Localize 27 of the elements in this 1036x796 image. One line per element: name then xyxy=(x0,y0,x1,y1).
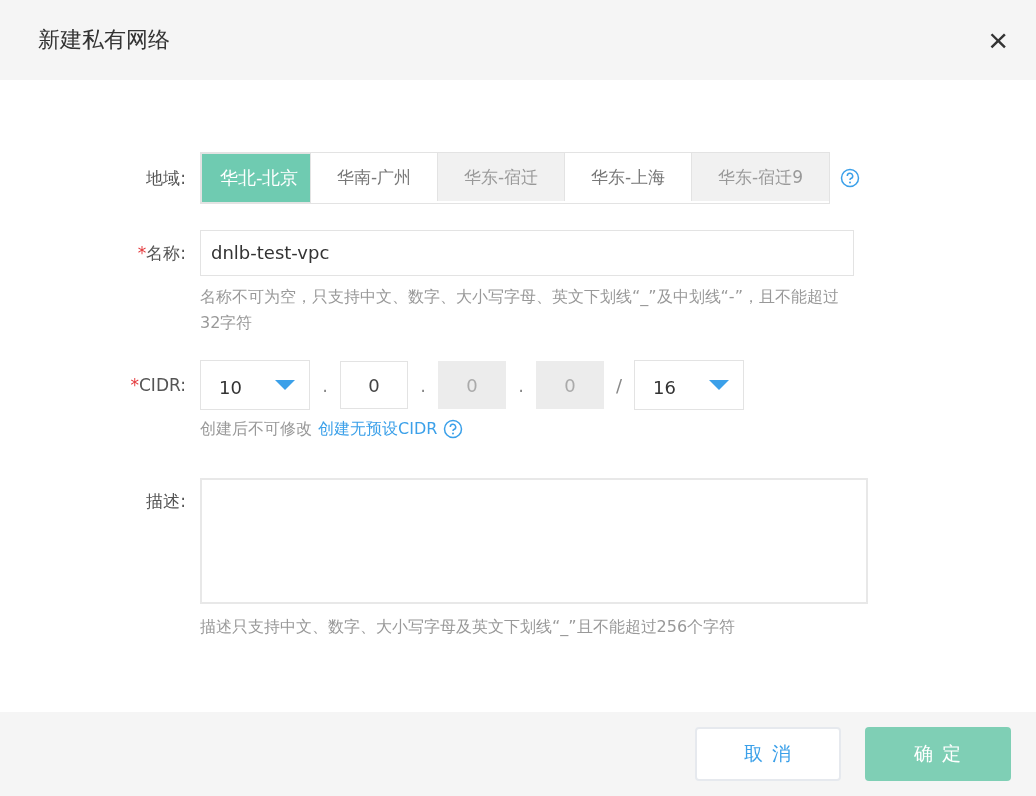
separator-text: . xyxy=(321,374,329,396)
cidr-octet-input[interactable]: 0 xyxy=(340,361,408,409)
confirm-button[interactable]: 确 定 xyxy=(865,727,1011,781)
hint-text: 描述只支持中文、数字、大小写字母及英文下划线“_”且不能超过256个字符 xyxy=(200,616,737,638)
dialog-title: 新建私有网络 xyxy=(38,26,170,54)
hint-text: 名称不可为空，只支持中文、数字、大小写字母、英文下划线“_”及中划线“-”，且不能超过32字符 xyxy=(200,286,840,334)
caret-icon xyxy=(709,380,729,390)
cidr-select[interactable]: 10 xyxy=(200,360,310,410)
cancel-button[interactable]: 取 消 xyxy=(695,727,841,781)
help-icon[interactable] xyxy=(840,168,860,188)
field-label: 描述: xyxy=(146,491,186,511)
cidr-select[interactable]: 16 xyxy=(634,360,744,410)
field-label: 名称: xyxy=(146,243,186,263)
help-icon[interactable] xyxy=(443,419,464,439)
separator-text: . xyxy=(419,374,427,396)
name-input[interactable]: dnlb-test-vpc xyxy=(200,230,854,276)
separator-text: / xyxy=(614,374,624,396)
field-label: 地域: xyxy=(145,166,187,190)
required-mark: * xyxy=(130,375,139,395)
hint-text: 创建后不可修改 xyxy=(200,418,312,440)
create-cidr-link[interactable]: 创建无预设CIDR xyxy=(318,416,438,442)
field-label: CIDR: xyxy=(139,375,186,395)
required-mark: * xyxy=(137,243,147,263)
caret-icon xyxy=(275,380,295,390)
region-tab[interactable]: 华北-北京 xyxy=(201,153,311,203)
separator-text: . xyxy=(517,374,525,396)
close-button[interactable]: × xyxy=(988,23,1008,57)
